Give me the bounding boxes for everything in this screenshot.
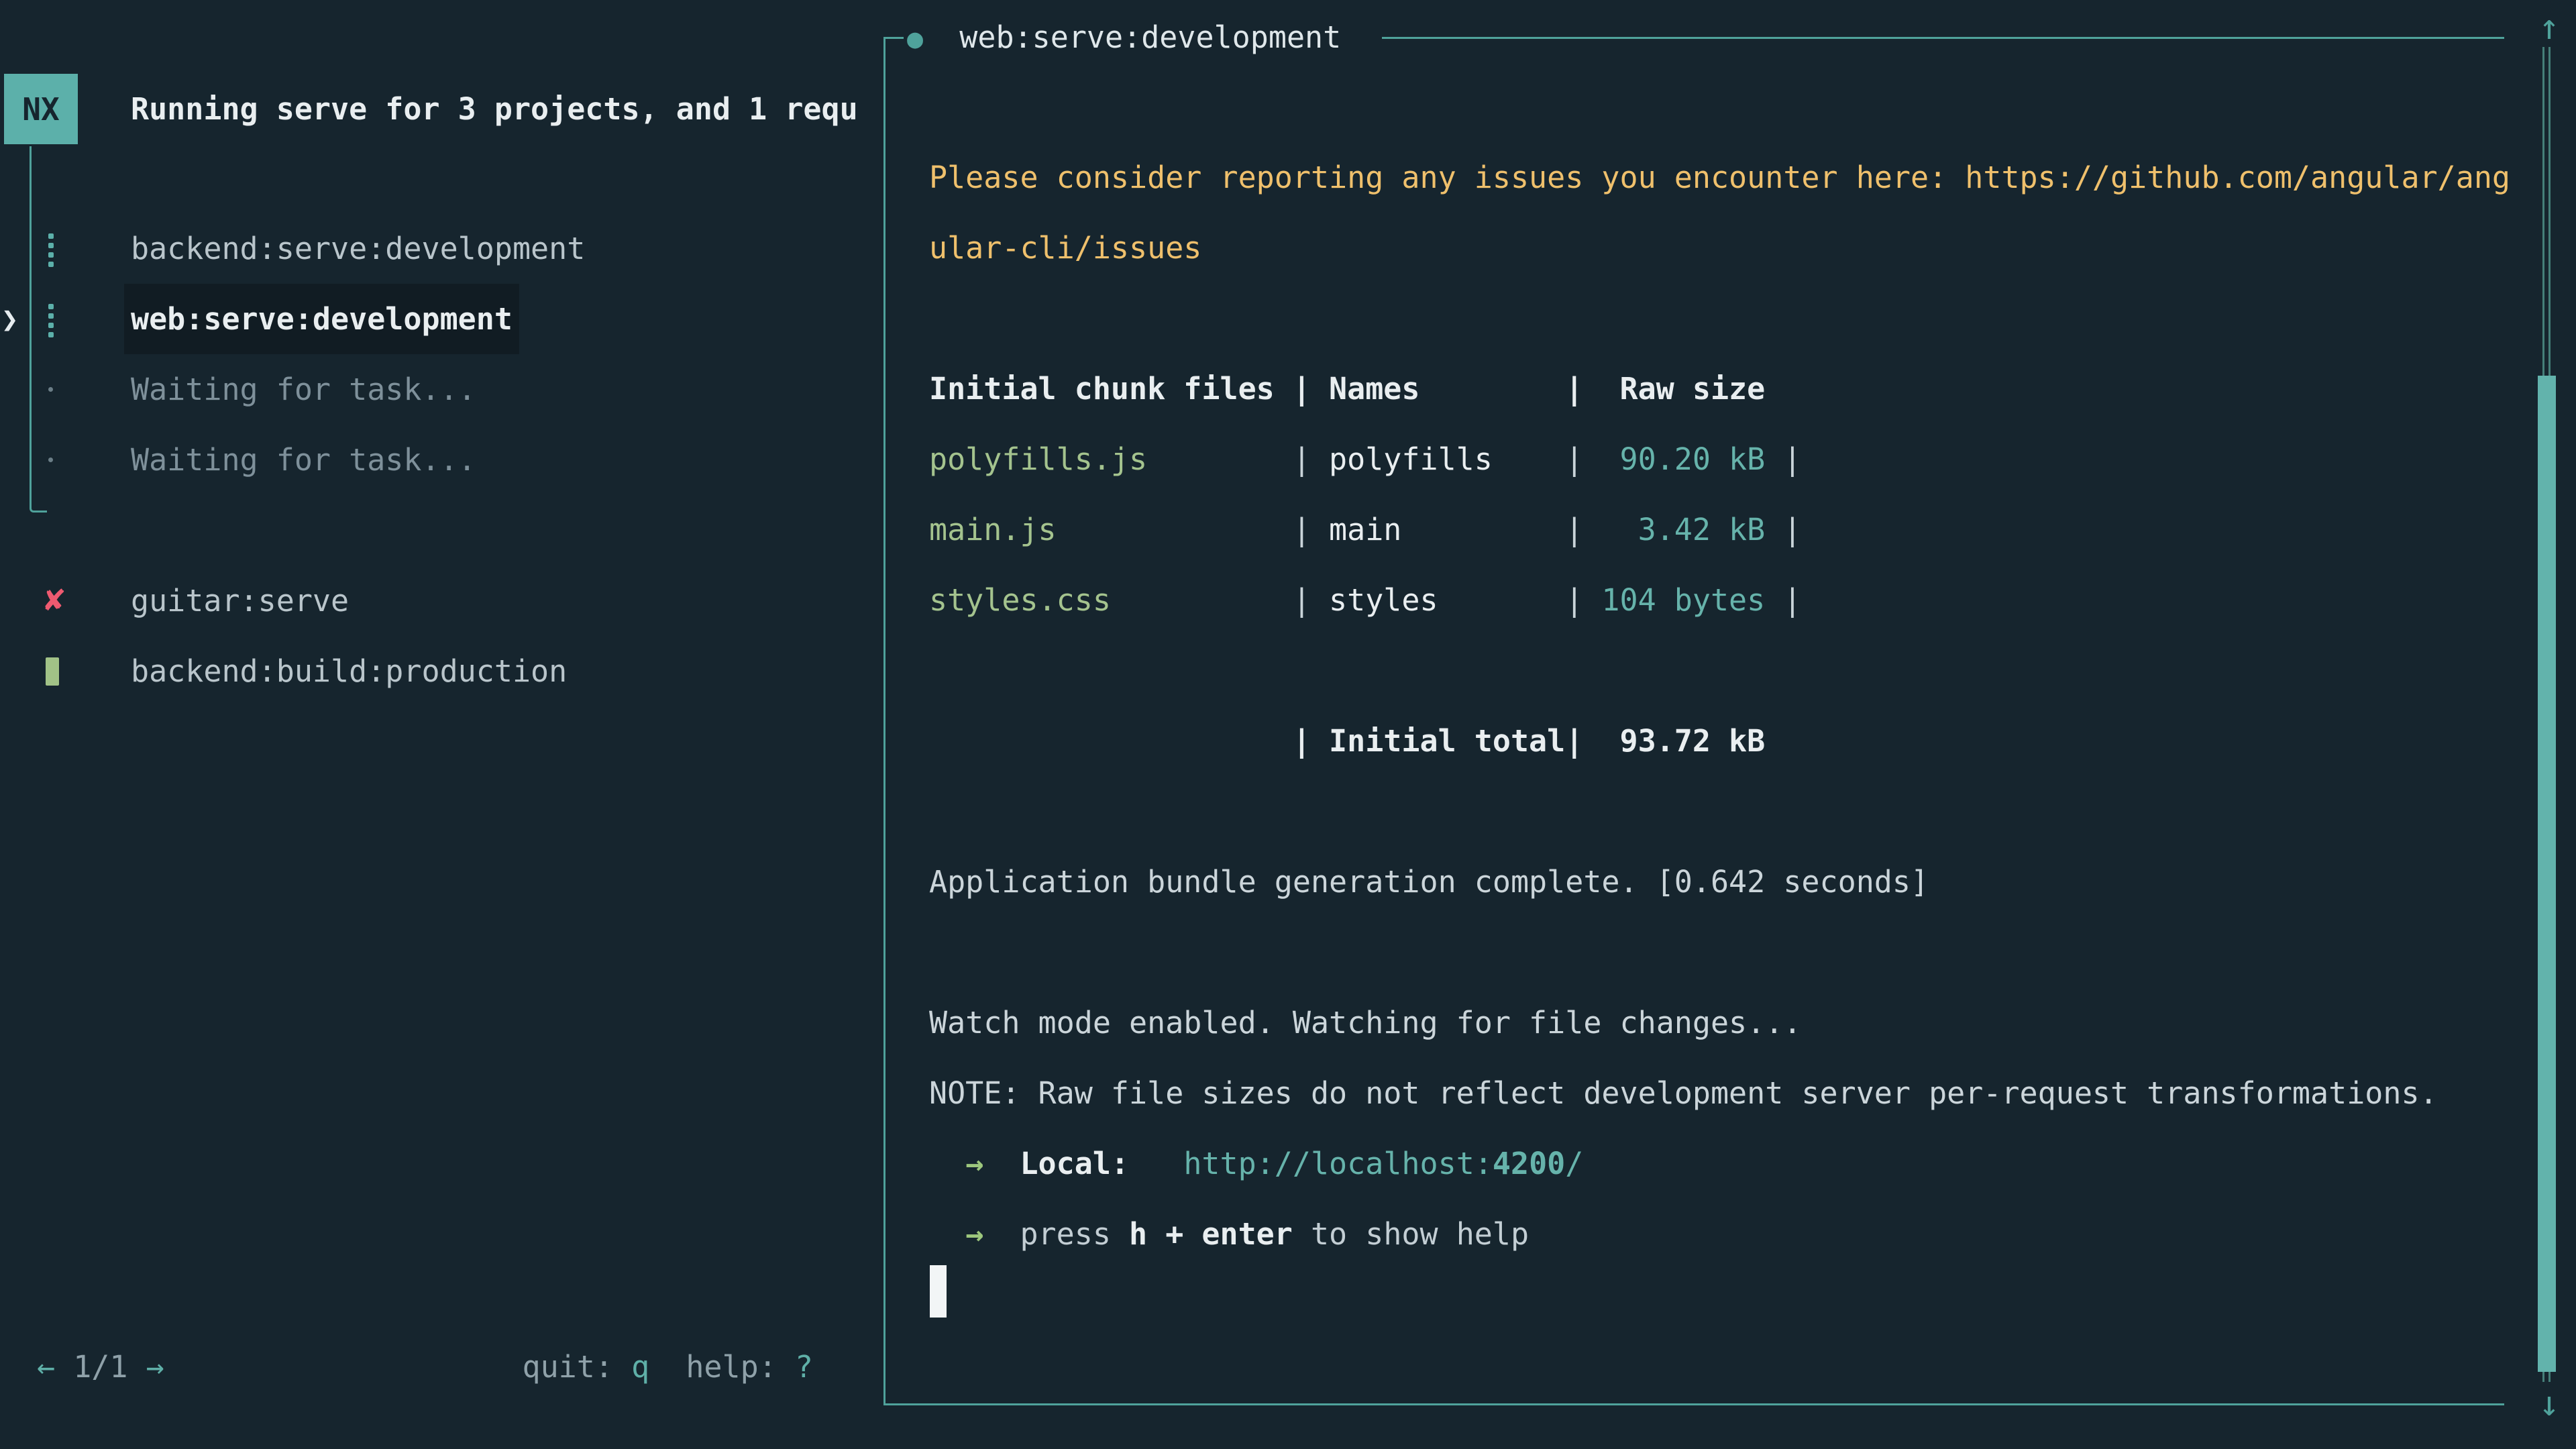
blank-line — [929, 917, 2539, 987]
page-title: Running serve for 3 projects, and 1 requ — [131, 74, 875, 144]
cell-size: 90.20 kB — [1601, 424, 1765, 494]
task-item-backend-serve[interactable]: backend:serve:development — [0, 213, 879, 284]
cell-size: 104 bytes — [1601, 565, 1765, 635]
panel-border-top — [1382, 37, 2504, 39]
table-row: polyfills.js| polyfills| 90.20 kB | — [929, 424, 2539, 494]
col-header-names: Names — [1329, 354, 1565, 424]
waiting-dot-icon — [39, 354, 66, 425]
task-item-backend-build[interactable]: backend:build:production — [0, 636, 879, 706]
running-dot-icon: ● — [907, 23, 923, 54]
task-label: web:serve:development — [124, 284, 519, 354]
gap — [649, 1349, 686, 1385]
scroll-up-arrow-icon[interactable]: ↑ — [2529, 4, 2569, 51]
angular-issues-notice-line2: ular-cli/issues — [929, 213, 2539, 283]
blank-line — [929, 776, 2539, 847]
task-item-web-serve[interactable]: ❯ web:serve:development — [0, 284, 879, 354]
note-line: NOTE: Raw file sizes do not reflect deve… — [929, 1058, 2539, 1128]
task-item-guitar-serve[interactable]: ✘ guitar:serve — [0, 566, 879, 636]
blank-line — [929, 635, 2539, 706]
cell-name: styles — [1329, 565, 1565, 635]
panel-title-text: web:serve:development — [959, 19, 1341, 55]
selected-chevron-icon: ❯ — [1, 284, 18, 354]
task-label: guitar:serve — [131, 566, 349, 636]
sidebar-bottom-bar: ← 1/1 → quit: q help: ? — [0, 1332, 883, 1402]
total-size: 93.72 kB — [1601, 706, 1765, 776]
localhost-link[interactable]: http://localhost:4200/ — [1183, 1146, 1583, 1181]
blank-line — [929, 283, 2539, 354]
help-key: ? — [795, 1349, 813, 1385]
cell-size: 3.42 kB — [1601, 494, 1765, 565]
waiting-dot-icon — [39, 425, 66, 495]
quit-label: quit: — [523, 1349, 632, 1385]
total-label: Initial total — [1329, 706, 1565, 776]
help-pre-text: press — [1020, 1216, 1129, 1252]
chunk-table-header: Initial chunk files| Names| Raw size — [929, 354, 2539, 424]
spinner-icon — [39, 213, 66, 284]
spinner-icon — [39, 284, 66, 354]
col-header-size: Raw size — [1601, 354, 1765, 424]
help-label: help: — [686, 1349, 795, 1385]
arrow-right-icon: → — [965, 1146, 983, 1181]
scroll-down-arrow-icon[interactable]: ↓ — [2529, 1381, 2569, 1428]
watch-mode-line: Watch mode enabled. Watching for file ch… — [929, 987, 2539, 1058]
task-item-waiting-2[interactable]: Waiting for task... — [0, 425, 879, 495]
panel-border-left — [883, 37, 885, 1405]
terminal-output: Please consider reporting any issues you… — [929, 142, 2539, 1269]
quit-key: q — [631, 1349, 649, 1385]
terminal-cursor — [930, 1265, 947, 1318]
task-label: backend:serve:development — [131, 213, 585, 284]
local-label: Local: — [1020, 1146, 1129, 1181]
nx-logo-badge: NX — [4, 74, 78, 144]
panel-border-top-stub — [883, 37, 904, 39]
cell-name: main — [1329, 494, 1565, 565]
help-post-text: to show help — [1293, 1216, 1529, 1252]
task-label: Waiting for task... — [131, 354, 476, 425]
keyboard-shortcuts: quit: q help: ? — [0, 1332, 813, 1402]
arrow-right-icon: → — [965, 1216, 983, 1252]
bundle-complete-line: Application bundle generation complete. … — [929, 847, 2539, 917]
task-item-waiting-1[interactable]: Waiting for task... — [0, 354, 879, 425]
task-label: Waiting for task... — [131, 425, 476, 495]
col-header-files: Initial chunk files — [929, 354, 1293, 424]
cell-name: polyfills — [1329, 424, 1565, 494]
help-hint-line: → press h + enter to show help — [929, 1199, 2539, 1269]
cell-file: polyfills.js — [929, 424, 1293, 494]
cell-file: styles.css — [929, 565, 1293, 635]
failed-cross-icon: ✘ — [39, 566, 66, 636]
success-square-icon — [39, 636, 66, 706]
table-row: main.js| main| 3.42 kB | — [929, 494, 2539, 565]
initial-total-row: | Initial total| 93.72 kB — [929, 706, 2539, 776]
local-url-line: → Local: http://localhost:4200/ — [929, 1128, 2539, 1199]
help-keys: h + enter — [1129, 1216, 1293, 1252]
task-label: backend:build:production — [131, 636, 567, 706]
table-row: styles.css| styles| 104 bytes | — [929, 565, 2539, 635]
scrollbar-thumb[interactable] — [2538, 376, 2556, 1372]
angular-issues-notice-line1: Please consider reporting any issues you… — [929, 142, 2539, 213]
cell-file: main.js — [929, 494, 1293, 565]
panel-border-bottom — [883, 1403, 2504, 1405]
panel-title: ● web:serve:development — [907, 2, 1341, 72]
